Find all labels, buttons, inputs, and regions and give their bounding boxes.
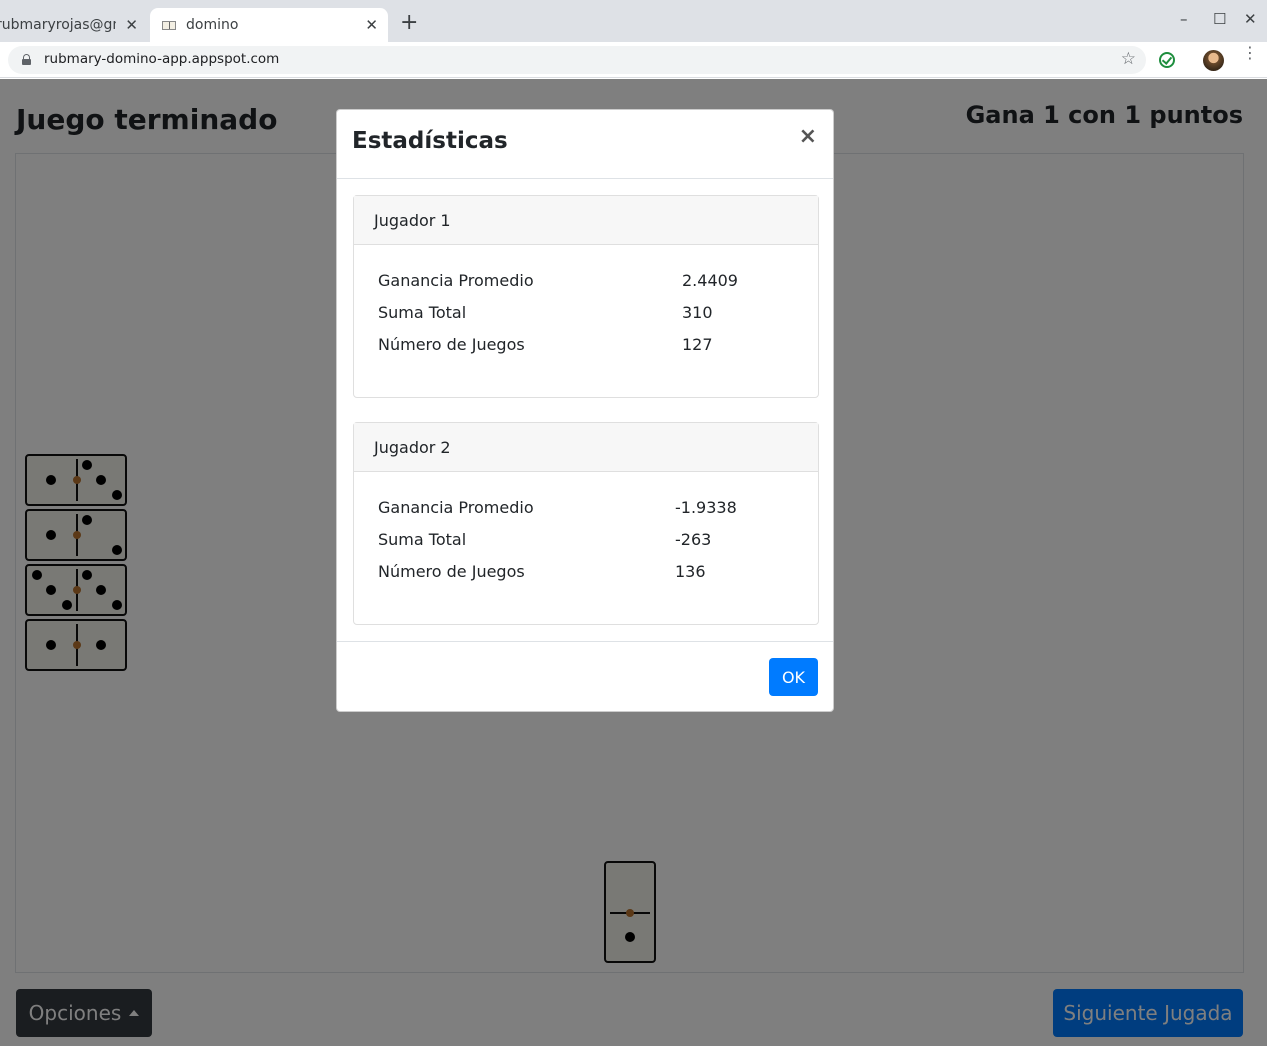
- player-name: Jugador 1: [354, 196, 818, 245]
- stat-row: Suma Total -263: [354, 524, 818, 556]
- tab-title: rubmaryrojas@gmail.com: [0, 17, 116, 33]
- stat-label: Número de Juegos: [378, 562, 525, 581]
- browser-tab-gmail[interactable]: rubmaryrojas@gmail.com ✕: [0, 8, 146, 42]
- lock-icon[interactable]: [22, 54, 31, 65]
- stat-label: Suma Total: [378, 303, 467, 322]
- modal-footer: OK: [337, 641, 833, 711]
- kebab-icon[interactable]: ⋮: [1242, 45, 1258, 61]
- stat-label: Suma Total: [378, 530, 467, 549]
- minimize-icon[interactable]: –: [1180, 10, 1188, 28]
- tab-close-icon[interactable]: ✕: [125, 16, 138, 34]
- address-bar[interactable]: rubmary-domino-app.appspot.com ☆: [8, 46, 1146, 74]
- avatar[interactable]: [1203, 50, 1224, 71]
- stat-value: 127: [682, 335, 713, 354]
- page: Juego terminado Gana 1 con 1 puntos: [0, 79, 1267, 1046]
- close-icon[interactable]: ×: [799, 126, 817, 148]
- tab-close-icon[interactable]: ✕: [365, 16, 378, 34]
- modal-title: Estadísticas: [352, 128, 508, 154]
- statistics-modal: Estadísticas × Jugador 1 Ganancia Promed…: [336, 109, 834, 712]
- url-text: rubmary-domino-app.appspot.com: [44, 51, 280, 67]
- window-close-icon[interactable]: ✕: [1244, 10, 1257, 28]
- shield-check-icon[interactable]: [1159, 52, 1175, 68]
- new-tab-icon[interactable]: +: [400, 12, 418, 34]
- stat-value: 310: [682, 303, 713, 322]
- star-icon[interactable]: ☆: [1121, 49, 1136, 69]
- stat-row: Ganancia Promedio 2.4409: [354, 265, 818, 297]
- stat-label: Número de Juegos: [378, 335, 525, 354]
- player-stats-card: Jugador 2 Ganancia Promedio -1.9338 Suma…: [353, 422, 819, 625]
- browser-tab-domino[interactable]: domino ✕: [150, 8, 388, 42]
- stat-value: -263: [675, 530, 712, 549]
- stat-row: Ganancia Promedio -1.9338: [354, 492, 818, 524]
- stat-label: Ganancia Promedio: [378, 498, 534, 517]
- browser-toolbar: rubmary-domino-app.appspot.com ☆ ⋮: [0, 42, 1267, 78]
- browser-tabstrip: rubmaryrojas@gmail.com ✕ domino ✕ + – ☐ …: [0, 0, 1267, 42]
- stat-row: Número de Juegos 127: [354, 329, 818, 361]
- stat-label: Ganancia Promedio: [378, 271, 534, 290]
- ok-button[interactable]: OK: [769, 658, 818, 696]
- stat-value: 2.4409: [682, 271, 738, 290]
- stat-value: -1.9338: [675, 498, 737, 517]
- tab-title: domino: [186, 17, 239, 33]
- stat-row: Suma Total 310: [354, 297, 818, 329]
- modal-header: Estadísticas ×: [337, 110, 833, 179]
- player-stats-card: Jugador 1 Ganancia Promedio 2.4409 Suma …: [353, 195, 819, 398]
- stat-row: Número de Juegos 136: [354, 556, 818, 588]
- domino-favicon-icon: [162, 20, 176, 30]
- stat-value: 136: [675, 562, 706, 581]
- maximize-icon[interactable]: ☐: [1213, 10, 1226, 28]
- player-name: Jugador 2: [354, 423, 818, 472]
